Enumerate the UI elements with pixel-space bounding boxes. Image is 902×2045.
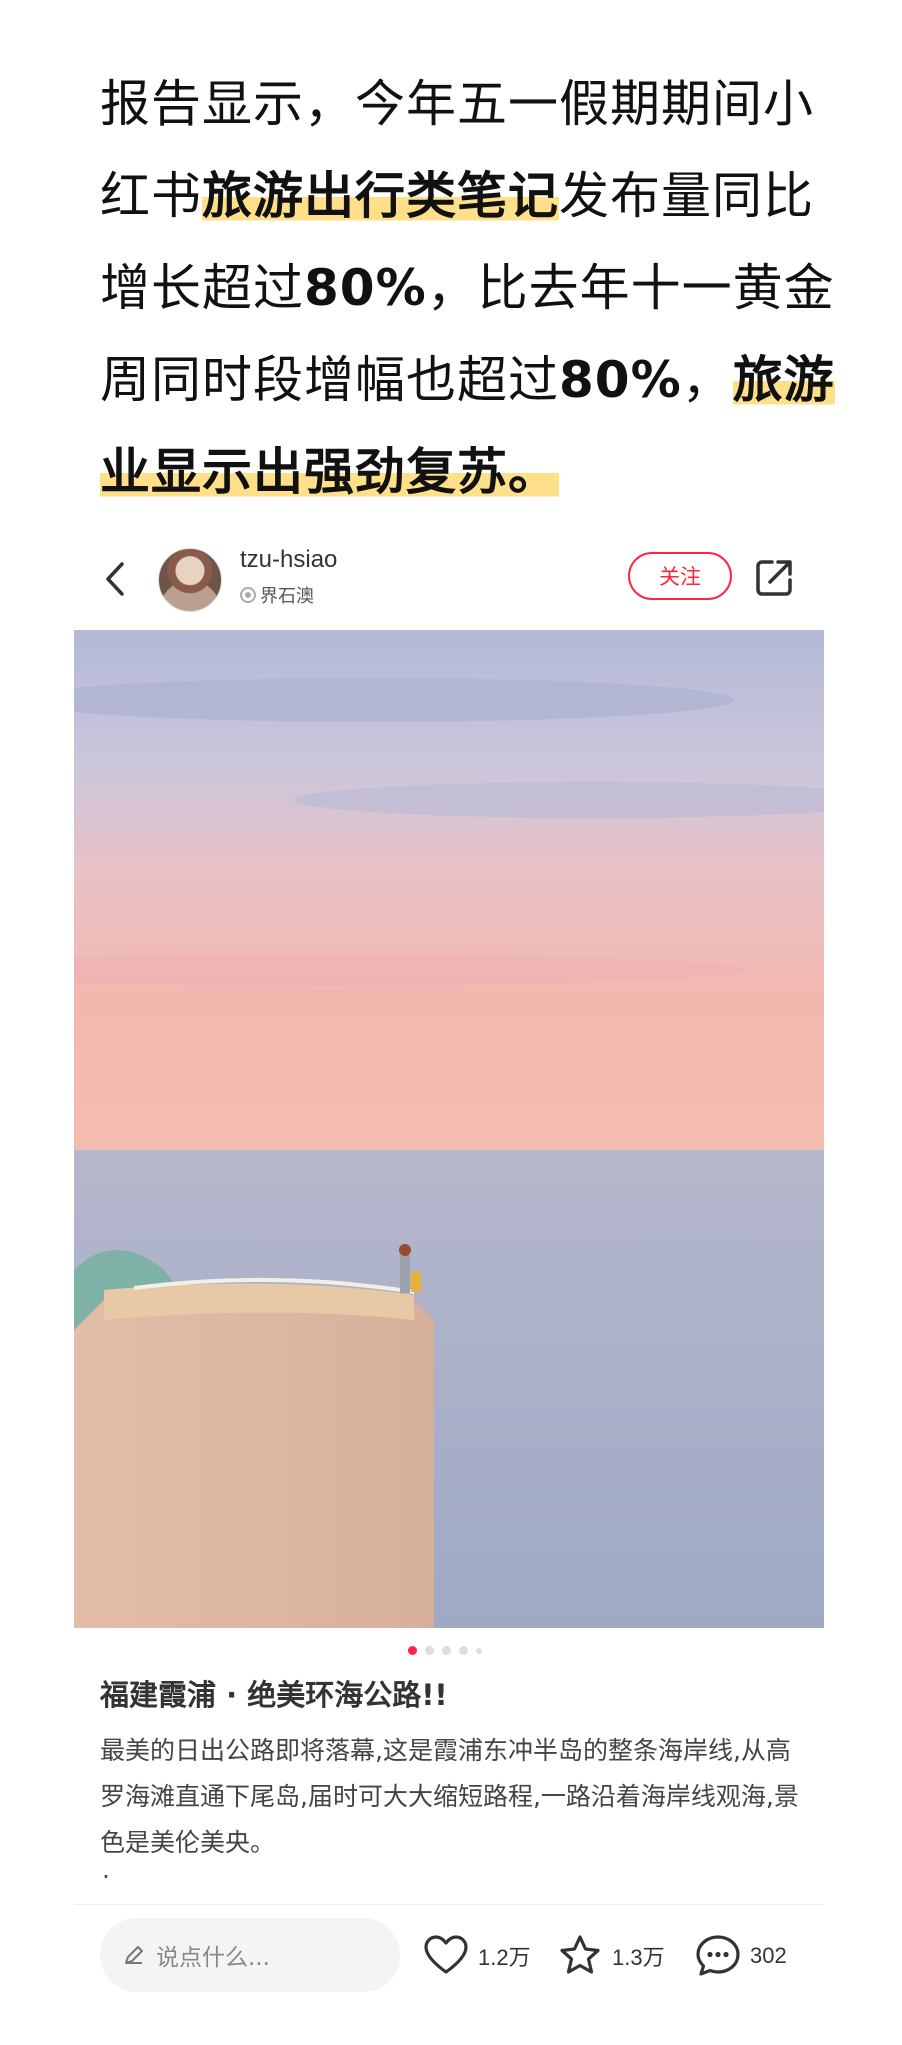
carousel-dot[interactable] (459, 1646, 468, 1655)
coastal-road-photo (74, 630, 824, 1628)
carousel-dot[interactable] (476, 1647, 482, 1654)
headline-text: ， (681, 351, 733, 409)
article-headline: 报告显示，今年五一假期期间小 红书旅游出行类笔记发布量同比 增长超过80%，比去… (100, 58, 840, 518)
headline-highlight: 旅游 (732, 351, 835, 409)
headline-line-2: 红书旅游出行类笔记发布量同比 (100, 150, 840, 242)
avatar[interactable] (158, 548, 222, 612)
headline-text: 发布量同比 (559, 167, 814, 225)
heart-icon (424, 1935, 468, 1974)
carousel-dot[interactable] (442, 1646, 451, 1655)
location-tag[interactable]: 界石澳 (240, 582, 314, 608)
chevron-left-icon (106, 562, 124, 596)
username[interactable]: tzu-hsiao (240, 546, 337, 574)
divider (74, 1904, 824, 1905)
share-icon (756, 560, 792, 596)
collect-button[interactable]: 1.3万 (556, 1928, 665, 1984)
pencil-icon (125, 1946, 143, 1964)
headline-line-1: 报告显示，今年五一假期期间小 (100, 58, 840, 150)
like-count: 1.2万 (478, 1945, 531, 1970)
post-header: tzu-hsiao 界石澳 关注 (74, 540, 834, 620)
headline-text: 周同时段增幅也超过 (100, 351, 559, 409)
post-photo[interactable] (74, 630, 824, 1628)
comment-button[interactable]: 302 (694, 1928, 787, 1984)
headline-bold-stat: 80% (304, 259, 427, 317)
headline-line-3: 增长超过80%，比去年十一黄金 (100, 242, 840, 334)
headline-text: 增长超过 (100, 259, 304, 317)
headline-text: 红书 (100, 167, 202, 225)
carousel-indicator (408, 1646, 482, 1655)
headline-line-5: 业显示出强劲复苏。 (100, 426, 840, 518)
headline-text: ，比去年十一黄金 (426, 259, 835, 317)
chat-bubble-icon (696, 1935, 740, 1976)
headline-bold-stat: 80% (559, 351, 682, 409)
comment-count: 302 (750, 1943, 787, 1968)
comment-placeholder: 说点什么... (156, 1945, 270, 1971)
post-trailing-dot: · (102, 1862, 110, 1891)
location-label: 界石澳 (260, 586, 314, 607)
location-pin-icon (240, 587, 256, 603)
post-title: 福建霞浦 · 绝美环海公路!! (100, 1678, 448, 1712)
headline-line-4: 周同时段增幅也超过80%，旅游 (100, 334, 840, 426)
headline-highlight: 业显示出强劲复苏。 (100, 443, 559, 501)
headline-text: 报告显示，今年五一假期期间小 (100, 75, 814, 133)
like-button[interactable]: 1.2万 (422, 1928, 531, 1984)
post-description: 最美的日出公路即将落幕,这是霞浦东冲半岛的整条海岸线,从高罗海滩直通下尾岛,届时… (100, 1736, 799, 1857)
carousel-dot[interactable] (408, 1646, 417, 1655)
collect-count: 1.3万 (612, 1945, 665, 1970)
comment-input[interactable]: 说点什么... (100, 1918, 400, 1992)
back-button[interactable] (98, 556, 132, 602)
carousel-dot[interactable] (425, 1646, 434, 1655)
follow-button[interactable]: 关注 (628, 552, 732, 600)
headline-highlight: 旅游出行类笔记 (202, 167, 559, 225)
share-button[interactable] (752, 554, 798, 600)
star-icon (560, 1935, 600, 1974)
